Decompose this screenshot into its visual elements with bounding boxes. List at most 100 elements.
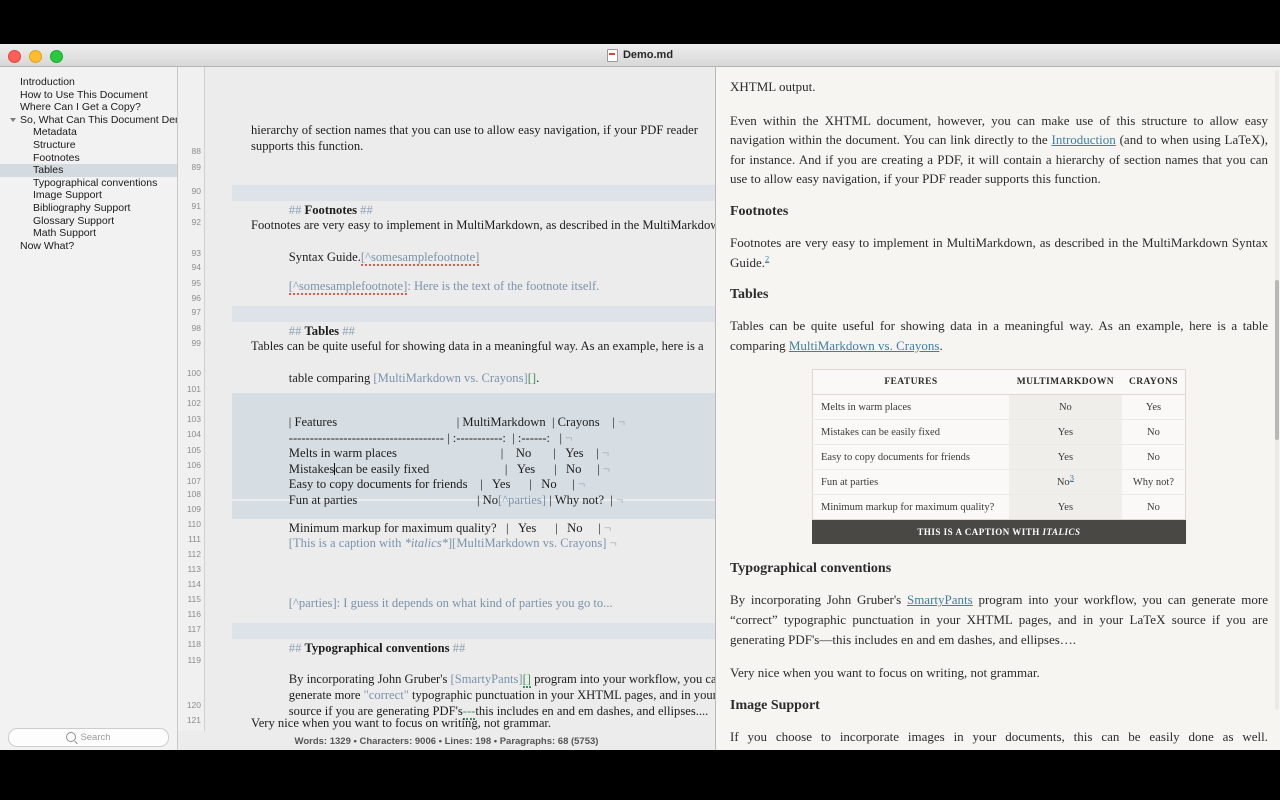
footnote-definition-text: : Here is the text of the footnote itsel… [407, 279, 600, 293]
sidebar: Introduction How to Use This Document Wher… [0, 67, 178, 750]
introduction-link[interactable]: Introduction [1052, 132, 1116, 147]
table-cell: Easy to copy documents for friends [812, 444, 1009, 471]
sidebar-item-label: Tables [33, 164, 64, 177]
parties-definition-text: : I guess it depends on what kind of par… [336, 596, 613, 610]
sidebar-item-image-support[interactable]: Image Support [0, 189, 177, 202]
editor-line-top-1: hierarchy of section names that you can … [251, 123, 698, 137]
crayons-comparison-link[interactable]: MultiMarkdown vs. Crayons [789, 338, 940, 353]
heading-tables-text: Tables [304, 324, 340, 338]
smartypants-link[interactable]: SmartyPants [907, 592, 973, 607]
markdown-document-icon [606, 48, 618, 62]
title-bar: Demo.md [0, 44, 1280, 67]
sidebar-item-introduction[interactable]: Introduction [0, 76, 177, 89]
sidebar-item-metadata[interactable]: Metadata [0, 126, 177, 139]
footnote-definition-label[interactable]: [^somesamplefootnote] [288, 279, 408, 295]
table-header-row: FEATURES MULTIMARKDOWN CRAYONS [812, 369, 1186, 396]
line-number: 105 [186, 445, 201, 455]
preview-para-very-nice: Very nice when you want to focus on writ… [730, 665, 1040, 681]
sidebar-item-now-what[interactable]: Now What? [0, 240, 177, 253]
line-number: 112 [187, 549, 201, 559]
line-number: 102 [186, 398, 201, 408]
footnote-marker[interactable]: 2 [765, 253, 769, 263]
line-number: 91 [191, 201, 201, 211]
close-button[interactable] [8, 50, 21, 63]
line-number: 121 [186, 715, 201, 725]
heading-hash-close: ## [360, 203, 373, 217]
sidebar-item-so-what-can-this-document-dem[interactable]: So, What Can This Document Dem... [0, 114, 177, 127]
sidebar-item-structure[interactable]: Structure [0, 139, 177, 152]
sidebar-item-glossary-support[interactable]: Glossary Support [0, 215, 177, 228]
sidebar-item-label: How to Use This Document [20, 88, 148, 101]
window-title: Demo.md [622, 49, 674, 61]
sidebar-item-label: Math Support [33, 227, 97, 240]
preview-scrollbar[interactable] [1275, 70, 1279, 710]
sidebar-item-label: Footnotes [33, 151, 80, 164]
line-break-mark: ¬ [617, 415, 625, 429]
table-footnote-marker[interactable]: 3 [1070, 472, 1074, 482]
table-cell: Minimum markup for maximum quality? [821, 501, 995, 513]
table-cell: Melts in warm places [812, 394, 1009, 421]
sidebar-item-typographical-conventions[interactable]: Typographical conventions [0, 177, 177, 190]
caption-text: THIS IS A CAPTION WITH [917, 527, 1043, 538]
sidebar-item-bibliography-support[interactable]: Bibliography Support [0, 202, 177, 215]
preview-content: XHTML output. Even within the XHTML docu… [716, 67, 1280, 750]
markdown-editor-pane[interactable]: 88 89 90 91 92 93 94 95 96 97 98 99 100 101 102 103 104 1… [178, 67, 716, 750]
sidebar-item-math-support[interactable]: Math Support [0, 227, 177, 240]
typo-text-part1: By incorporating John Gruber's [730, 592, 907, 608]
tables-hash-open: ## [288, 324, 302, 338]
table-footnote-marker-link[interactable]: 3 [1070, 472, 1074, 482]
sidebar-item-tables[interactable]: Tables [0, 164, 177, 177]
line-number: 107 [186, 476, 201, 486]
disclosure-triangle-icon[interactable] [10, 118, 16, 123]
footnote-marker-link[interactable]: 2 [765, 253, 769, 263]
sidebar-item-label: Structure [33, 138, 76, 151]
app-window: Demo.md Introduction How to Use This Docu… [0, 44, 1280, 750]
status-bar: Words: 1329 • Characters: 9006 • Lines: … [178, 731, 715, 750]
crayons-link-brackets: [] [527, 371, 537, 385]
sidebar-item-footnotes[interactable]: Footnotes [0, 152, 177, 165]
table-column-header: MULTIMARKDOWN [1008, 369, 1122, 396]
preview-para-tables: Tables can be quite useful for showing d… [730, 316, 1268, 355]
editor-tables-para-1: Tables can be quite useful for showing d… [251, 339, 704, 353]
preview-para-image-1: If you choose to incorporate images in y… [730, 728, 1268, 750]
line-number: 113 [187, 564, 201, 574]
line-break-mark: ¬ [609, 536, 617, 550]
search-icon [66, 732, 77, 742]
table-row: Mistakes can be easily fixed Yes No [812, 419, 1186, 446]
table-row: Fun at parties No3 Why not? [812, 469, 1186, 496]
editor-tables-para-2: table comparing [MultiMarkdown vs. Crayo… [251, 354, 539, 402]
caption-italic-text: ITALICS [1042, 527, 1081, 538]
line-number: 117 [187, 624, 201, 634]
sidebar-item-label: Introduction [20, 76, 75, 88]
footnotes-text: Footnotes are very easy to implement in … [730, 234, 1268, 270]
editor-footnote-para-1: Footnotes are very easy to implement in … [251, 218, 715, 232]
minimize-button[interactable] [29, 50, 42, 63]
line-number: 100 [186, 368, 201, 378]
sidebar-item-label: Now What? [20, 239, 75, 252]
sidebar-item-where-can-i-get-a-copy[interactable]: Where Can I Get a Copy? [0, 101, 177, 114]
editor-text-area[interactable]: hierarchy of section names that you can … [205, 67, 715, 750]
preview-pane[interactable]: XHTML output. Even within the XHTML docu… [716, 67, 1280, 750]
line-number: 118 [187, 639, 201, 649]
zoom-button[interactable] [50, 50, 63, 63]
caption-suffix: ][MultiMarkdown vs. Crayons] [447, 536, 607, 550]
sidebar-item-label: Typographical conventions [33, 176, 158, 189]
sidebar-item-label: Where Can I Get a Copy? [20, 101, 141, 114]
sidebar-item-label: Glossary Support [33, 214, 115, 227]
sidebar-search-container: Search [0, 723, 177, 750]
crayons-link-label[interactable]: [MultiMarkdown vs. Crayons] [373, 371, 527, 385]
preview-scrollbar-thumb[interactable] [1275, 280, 1279, 440]
table-cell: Fun at parties [812, 469, 1009, 496]
line-number: 119 [187, 655, 201, 665]
document-outline-list[interactable]: Introduction How to Use This Document Wher… [0, 67, 177, 723]
parties-definition-label[interactable]: [^parties] [289, 596, 337, 610]
line-number: 92 [191, 217, 201, 227]
sidebar-item-how-to-use-this-document[interactable]: How to Use This Document [0, 89, 177, 102]
line-number: 94 [191, 262, 201, 272]
table-row: Easy to copy documents for friends Yes No [812, 444, 1186, 471]
search-input[interactable]: Search [8, 727, 169, 747]
sidebar-item-label: Image Support [33, 189, 102, 202]
editor-parties-definition: [^parties]: I guess it depends on what k… [251, 579, 613, 627]
line-number: 99 [191, 338, 201, 348]
panes-container: Introduction How to Use This Document Wher… [0, 67, 1280, 750]
